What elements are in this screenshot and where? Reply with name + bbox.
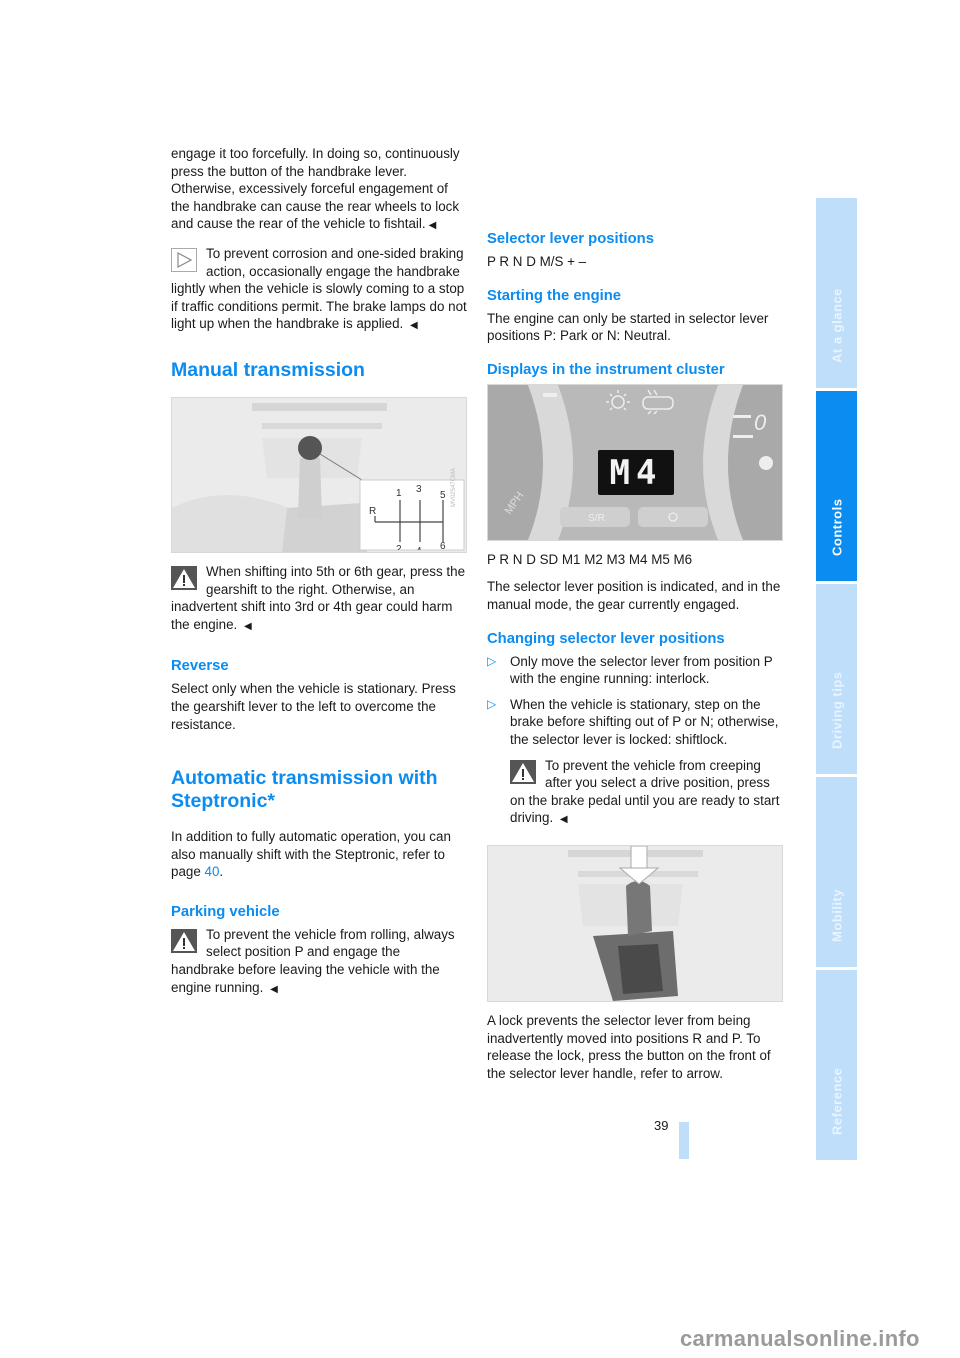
- tab-reference[interactable]: Reference: [816, 970, 857, 1160]
- tab-controls[interactable]: Controls: [816, 391, 857, 581]
- tab-label: Reference: [829, 1067, 844, 1135]
- selector-lever-positions-heading: Selector lever positions: [487, 231, 654, 247]
- warning-icon: [171, 565, 197, 590]
- environment-note: To prevent corrosion and one-sided braki…: [171, 245, 467, 335]
- section-tabs: At a glance Controls Driving tips Mobili…: [816, 198, 857, 1163]
- reverse-heading: Reverse: [171, 658, 229, 675]
- warning-icon: [171, 928, 197, 953]
- sr-button-label: S/R: [588, 513, 605, 524]
- automatic-transmission-heading: Automatic transmission with Steptronic*: [171, 767, 438, 813]
- tab-driving-tips[interactable]: Driving tips: [816, 584, 857, 774]
- parking-warning-text: To prevent the vehicle from rolling, alw…: [171, 926, 455, 995]
- manual-gearshift-figure: R 1 2 3 4 5 6 MV02547CMA: [171, 396, 467, 553]
- parking-vehicle-heading: Parking vehicle: [171, 903, 280, 920]
- bullet-arrow-icon: ▷: [487, 653, 497, 668]
- display-positions: P R N D SD M1 M2 M3 M4 M5 M6: [487, 551, 693, 567]
- tab-label: Mobility: [829, 888, 844, 942]
- starting-engine-heading: Starting the engine: [487, 287, 622, 304]
- watermark[interactable]: carmanualsonline.info: [680, 1326, 920, 1352]
- display-text: The selector lever position is indicated…: [487, 579, 781, 612]
- reverse-text: Select only when the vehicle is stationa…: [171, 681, 456, 732]
- starting-engine-text: The engine can only be started in select…: [487, 310, 769, 344]
- page-number-bar: [679, 1122, 689, 1159]
- gear-label-r: R: [369, 506, 376, 517]
- right-column: Selector lever positions P R N D M/S + –…: [487, 230, 783, 1092]
- parking-warning: To prevent the vehicle from rolling, alw…: [171, 926, 467, 998]
- warning-icon: [510, 759, 536, 784]
- list-item: ▷ Only move the selector lever from posit…: [487, 653, 783, 688]
- creep-warning-text: To prevent the vehicle from creeping aft…: [510, 757, 780, 826]
- gear-label-3: 3: [416, 484, 422, 495]
- tab-label: At a glance: [829, 288, 844, 363]
- displays-heading: Displays in the instrument cluster: [487, 361, 725, 378]
- changing-positions-heading: Changing selector lever positions: [487, 630, 725, 647]
- creep-warning: To prevent the vehicle from creeping aft…: [510, 757, 783, 829]
- left-column: engage it too forcefully. In doing so, c…: [171, 145, 467, 1008]
- tab-label: Driving tips: [829, 671, 844, 749]
- figure-code: MV02547CMA: [451, 467, 458, 507]
- selector-lever-illustration: [488, 845, 782, 1001]
- gear-display: M4: [609, 452, 663, 493]
- environment-note-text: To prevent corrosion and one-sided braki…: [171, 245, 467, 332]
- lock-text: A lock prevents the selector lever from …: [487, 1012, 771, 1081]
- list-item-text: When the vehicle is stationary, step on …: [510, 696, 779, 747]
- gear-label-2: 2: [396, 544, 402, 550]
- page-number: 39: [654, 1118, 669, 1133]
- selector-lever-figure: [487, 844, 783, 1002]
- page-40-link[interactable]: 40: [205, 864, 220, 879]
- automatic-transmission-text: In addition to fully automatic operation…: [171, 828, 467, 881]
- gear-label-6: 6: [440, 541, 446, 550]
- tab-at-a-glance[interactable]: At a glance: [816, 198, 857, 388]
- bullet-arrow-icon: ▷: [487, 696, 497, 711]
- manual-warning-text: When shifting into 5th or 6th gear, pres…: [171, 563, 466, 632]
- gear-label-1: 1: [396, 488, 402, 499]
- gear-label-4: 4: [416, 546, 422, 550]
- changing-positions-list: ▷ Only move the selector lever from posit…: [487, 653, 783, 749]
- manual-transmission-heading: Manual transmission: [171, 358, 365, 381]
- environment-note-icon: [171, 247, 197, 272]
- selector-positions: P R N D M/S + –: [487, 254, 587, 269]
- speed-digit: 0: [754, 410, 767, 435]
- list-item-text: Only move the selector lever from positi…: [510, 653, 773, 687]
- list-item: ▷ When the vehicle is stationary, step on…: [487, 696, 783, 749]
- auto-text-end: .: [219, 864, 224, 880]
- tab-mobility[interactable]: Mobility: [816, 777, 857, 967]
- tab-label: Controls: [829, 498, 844, 556]
- manual-warning: When shifting into 5th or 6th gear, pres…: [171, 563, 467, 635]
- instrument-cluster-figure: 0 MPH S/R M4: [487, 383, 783, 541]
- intro-paragraph: engage it too forcefully. In doing so, c…: [171, 145, 467, 235]
